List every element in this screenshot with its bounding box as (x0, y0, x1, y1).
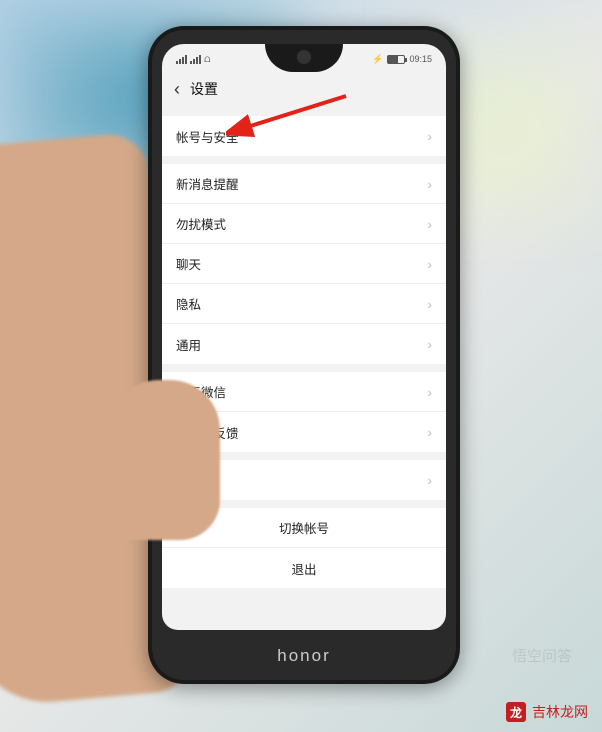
item-label: 通用 (176, 335, 201, 354)
item-new-message-notify[interactable]: 新消息提醒 › (162, 164, 446, 204)
item-do-not-disturb[interactable]: 勿扰模式 › (162, 204, 446, 244)
chevron-right-icon: › (427, 424, 432, 440)
chevron-right-icon: › (427, 296, 432, 312)
status-right: ⚡ 09:15 (372, 54, 432, 65)
logout-button[interactable]: 退出 (162, 548, 446, 588)
battery-text-icon: ⚡ (372, 54, 383, 65)
chevron-right-icon: › (427, 472, 432, 488)
thumb (100, 380, 220, 540)
back-icon[interactable]: ‹ (174, 79, 180, 100)
wifi-icon: ⩍ (204, 54, 211, 65)
item-label: 聊天 (176, 254, 201, 273)
faint-watermark: 悟空问答 (512, 645, 572, 666)
item-label: 帐号与安全 (176, 127, 239, 146)
header-bar: ‹ 设置 (162, 70, 446, 108)
logout-label: 退出 (291, 559, 316, 578)
chevron-right-icon: › (427, 336, 432, 352)
signal-icon-2 (190, 55, 201, 64)
phone-brand-logo: honor (277, 646, 330, 666)
status-left: ⩍ (176, 54, 211, 65)
group-spacer (162, 364, 446, 372)
group-spacer (162, 156, 446, 164)
watermark-text: 吉林龙网 (532, 702, 588, 722)
settings-group-1: 帐号与安全 › (162, 116, 446, 156)
item-chat[interactable]: 聊天 › (162, 244, 446, 284)
chevron-right-icon: › (427, 384, 432, 400)
status-time: 09:15 (409, 54, 432, 64)
battery-icon (387, 55, 405, 64)
item-general[interactable]: 通用 › (162, 324, 446, 364)
settings-group-2: 新消息提醒 › 勿扰模式 › 聊天 › 隐私 › 通用 › (162, 164, 446, 364)
switch-account-label: 切换帐号 (279, 518, 329, 537)
phone-screen: ⩍ ⚡ 09:15 ‹ 设置 帐号与安全 › 新消息提醒 › (162, 44, 446, 630)
item-label: 勿扰模式 (176, 214, 226, 233)
page-title: 设置 (190, 79, 218, 99)
chevron-right-icon: › (427, 128, 432, 144)
watermark: 龙 吉林龙网 (506, 702, 588, 722)
chevron-right-icon: › (427, 256, 432, 272)
watermark-logo-icon: 龙 (506, 702, 526, 722)
item-privacy[interactable]: 隐私 › (162, 284, 446, 324)
item-label: 新消息提醒 (176, 174, 239, 193)
item-account-security[interactable]: 帐号与安全 › (162, 116, 446, 156)
chevron-right-icon: › (427, 216, 432, 232)
signal-icon (176, 55, 187, 64)
item-label: 隐私 (176, 294, 201, 313)
phone-body: ⩍ ⚡ 09:15 ‹ 设置 帐号与安全 › 新消息提醒 › (148, 26, 460, 684)
chevron-right-icon: › (427, 176, 432, 192)
